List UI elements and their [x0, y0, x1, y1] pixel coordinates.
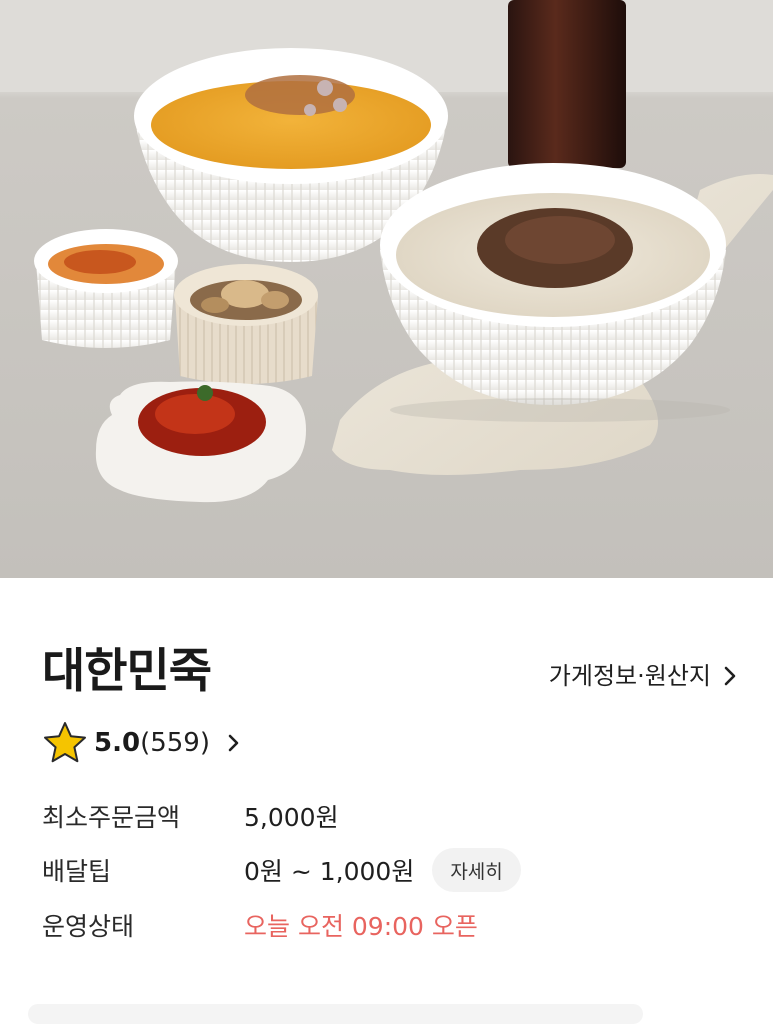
delivery-tip-value: 0원 ~ 1,000원 — [244, 857, 415, 886]
food-photo — [0, 0, 773, 503]
review-count: (559) — [140, 728, 210, 758]
rating-summary[interactable]: 5.0 (559) — [42, 718, 244, 768]
store-hero-image — [0, 0, 773, 578]
next-section-card-edge — [28, 1004, 643, 1024]
store-info-origin-link[interactable]: 가게정보·원산지 — [549, 660, 741, 692]
chevron-right-icon — [228, 734, 239, 752]
store-info-panel: 대한민죽 가게정보·원산지 5.0 (559) 최소주문금액 5,000원 배달… — [0, 578, 773, 1024]
store-info-origin-label: 가게정보·원산지 — [548, 662, 711, 690]
star-icon — [44, 722, 86, 763]
chevron-right-icon — [724, 666, 736, 686]
delivery-tip-detail-button[interactable]: 자세히 — [432, 848, 521, 892]
store-name: 대한민죽 — [42, 644, 212, 699]
delivery-tip-label: 배달팁 — [42, 857, 112, 886]
operating-status-row: 운영상태 오늘 오전 09:00 오픈 — [42, 903, 478, 947]
operating-status-value: 오늘 오전 09:00 오픈 — [244, 912, 478, 941]
delivery-tip-row: 배달팁 0원 ~ 1,000원 자세히 — [42, 848, 521, 892]
min-order-row: 최소주문금액 5,000원 — [42, 794, 339, 838]
operating-status-label: 운영상태 — [42, 912, 135, 941]
min-order-label: 최소주문금액 — [42, 803, 181, 832]
min-order-value: 5,000원 — [244, 803, 339, 832]
rating-value: 5.0 — [94, 728, 141, 758]
